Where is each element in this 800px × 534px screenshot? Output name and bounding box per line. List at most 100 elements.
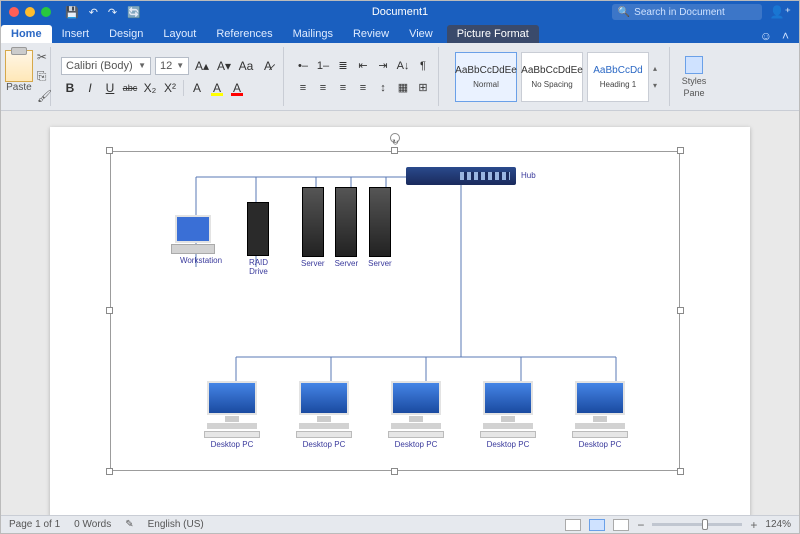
selected-picture[interactable]: Hub Workstation RAID Drive Server Server… <box>110 151 680 471</box>
styles-pane-button[interactable]: Styles Pane <box>674 47 714 106</box>
spellcheck-icon[interactable]: ✎ <box>125 519 133 530</box>
search-input[interactable] <box>634 7 744 18</box>
chevron-down-icon: ▼ <box>176 61 184 70</box>
zoom-out-button[interactable]: − <box>637 518 644 532</box>
tab-references[interactable]: References <box>206 25 282 43</box>
collapse-ribbon-icon[interactable]: ˄ <box>782 29 789 43</box>
text-effects-button[interactable]: A <box>188 79 206 97</box>
feedback-icon[interactable]: ☺ <box>760 29 772 43</box>
resize-handle-mr[interactable] <box>677 307 684 314</box>
highlight-button[interactable]: A <box>208 79 226 97</box>
zoom-thumb[interactable] <box>702 519 708 530</box>
resize-handle-br[interactable] <box>677 468 684 475</box>
numbering-button[interactable]: 1– <box>314 57 332 75</box>
page-indicator[interactable]: Page 1 of 1 <box>9 519 60 530</box>
format-painter-icon[interactable]: 🖌 <box>37 89 52 103</box>
cut-icon[interactable]: ✂ <box>37 50 52 64</box>
justify-button[interactable]: ≡ <box>354 79 372 97</box>
resize-handle-bl[interactable] <box>106 468 113 475</box>
font-name-value: Calibri (Body) <box>66 60 133 72</box>
word-count[interactable]: 0 Words <box>74 519 111 530</box>
strike-button[interactable]: abc <box>121 79 139 97</box>
style-no-spacing[interactable]: AaBbCcDdEe No Spacing <box>521 52 583 102</box>
resize-handle-tm[interactable] <box>391 147 398 154</box>
tab-home[interactable]: Home <box>1 25 52 43</box>
align-left-button[interactable]: ≡ <box>294 79 312 97</box>
tab-mailings[interactable]: Mailings <box>283 25 343 43</box>
tab-review[interactable]: Review <box>343 25 399 43</box>
window-controls <box>1 7 51 17</box>
font-name-combo[interactable]: Calibri (Body) ▼ <box>61 57 151 75</box>
status-bar: Page 1 of 1 0 Words ✎ English (US) − + 1… <box>1 515 799 533</box>
pilcrow-button[interactable]: ¶ <box>414 57 432 75</box>
server-nodes: Server Server Server <box>301 187 392 268</box>
font-size-value: 12 <box>160 60 172 72</box>
save-icon[interactable]: 💾 <box>65 6 79 19</box>
line-spacing-button[interactable]: ↕ <box>374 79 392 97</box>
zoom-level[interactable]: 124% <box>765 519 791 530</box>
search-icon: 🔍 <box>618 7 630 18</box>
rotation-handle[interactable] <box>390 133 400 143</box>
resize-handle-ml[interactable] <box>106 307 113 314</box>
shrink-font-button[interactable]: A▾ <box>215 57 233 75</box>
superscript-button[interactable]: X² <box>161 79 179 97</box>
document-canvas[interactable]: Hub Workstation RAID Drive Server Server… <box>1 111 799 515</box>
bold-button[interactable]: B <box>61 79 79 97</box>
paste-icon[interactable] <box>5 50 33 82</box>
close-icon[interactable] <box>9 7 19 17</box>
clear-format-button[interactable]: A̷ <box>259 57 277 75</box>
undo-icon[interactable]: ↶ <box>89 6 98 19</box>
underline-button[interactable]: U <box>101 79 119 97</box>
resize-handle-tr[interactable] <box>677 147 684 154</box>
sync-icon[interactable]: 🔄 <box>127 6 141 19</box>
tab-layout[interactable]: Layout <box>153 25 206 43</box>
language-indicator[interactable]: English (US) <box>148 519 204 530</box>
search-box[interactable]: 🔍 <box>612 4 762 20</box>
zoom-slider[interactable] <box>652 523 742 526</box>
grow-font-button[interactable]: A▴ <box>193 57 211 75</box>
focus-view-button[interactable] <box>565 519 581 531</box>
tab-view[interactable]: View <box>399 25 443 43</box>
paste-button[interactable]: Paste <box>5 82 33 93</box>
style-heading-1[interactable]: AaBbCcDd Heading 1 <box>587 52 649 102</box>
tab-insert[interactable]: Insert <box>52 25 100 43</box>
styles-scroll-down-icon[interactable]: ▾ <box>653 81 657 90</box>
chevron-down-icon: ▼ <box>138 61 146 70</box>
web-layout-button[interactable] <box>613 519 629 531</box>
italic-button[interactable]: I <box>81 79 99 97</box>
tab-design[interactable]: Design <box>99 25 153 43</box>
desktop-row: Desktop PC Desktop PC Desktop PC Desktop… <box>196 381 636 449</box>
document-title: Document1 <box>372 6 428 18</box>
zoom-in-button[interactable]: + <box>750 518 757 532</box>
minimize-icon[interactable] <box>25 7 35 17</box>
styles-scroll-up-icon[interactable]: ▴ <box>653 64 657 73</box>
share-icon[interactable]: 👤⁺ <box>770 5 791 19</box>
multilevel-button[interactable]: ≣ <box>334 57 352 75</box>
decrease-indent-button[interactable]: ⇤ <box>354 57 372 75</box>
subscript-button[interactable]: X₂ <box>141 79 159 97</box>
quick-access-toolbar: 💾 ↶ ↷ 🔄 <box>65 6 141 19</box>
zoom-icon[interactable] <box>41 7 51 17</box>
borders-button[interactable]: ⊞ <box>414 79 432 97</box>
style-normal[interactable]: AaBbCcDdEe Normal <box>455 52 517 102</box>
document-page: Hub Workstation RAID Drive Server Server… <box>50 127 750 515</box>
align-center-button[interactable]: ≡ <box>314 79 332 97</box>
resize-handle-bm[interactable] <box>391 468 398 475</box>
change-case-button[interactable]: Aa <box>237 57 255 75</box>
bullets-button[interactable]: •– <box>294 57 312 75</box>
font-size-combo[interactable]: 12 ▼ <box>155 57 189 75</box>
redo-icon[interactable]: ↷ <box>108 6 117 19</box>
align-right-button[interactable]: ≡ <box>334 79 352 97</box>
ribbon-tabs: Home Insert Design Layout References Mai… <box>1 23 799 43</box>
sort-button[interactable]: A↓ <box>394 57 412 75</box>
shading-button[interactable]: ▦ <box>394 79 412 97</box>
paragraph-group: •– 1– ≣ ⇤ ⇥ A↓ ¶ ≡ ≡ ≡ ≡ ↕ ▦ ⊞ <box>288 47 439 106</box>
increase-indent-button[interactable]: ⇥ <box>374 57 392 75</box>
resize-handle-tl[interactable] <box>106 147 113 154</box>
print-layout-button[interactable] <box>589 519 605 531</box>
font-color-button[interactable]: A <box>228 79 246 97</box>
ribbon: Paste ✂ ⎘ 🖌 Calibri (Body)▼ 12▼ A▴ A▾ <box>1 43 799 111</box>
copy-icon[interactable]: ⎘ <box>37 69 52 84</box>
font-group: Calibri (Body) ▼ 12 ▼ A▴ A▾ Aa A̷ B I U ab… <box>55 47 284 106</box>
tab-picture-format[interactable]: Picture Format <box>447 25 539 43</box>
